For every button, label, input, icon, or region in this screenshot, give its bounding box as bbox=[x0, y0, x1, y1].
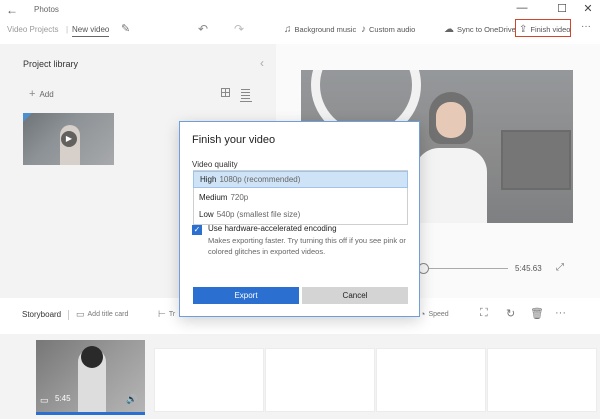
back-arrow-icon[interactable]: ← bbox=[6, 3, 18, 17]
add-label: Add bbox=[39, 89, 54, 99]
grid-view-icon[interactable] bbox=[221, 88, 230, 97]
quality-option-medium[interactable]: Medium 720p bbox=[193, 189, 408, 206]
add-media-button[interactable]: + Add bbox=[29, 88, 54, 100]
quality-option-name: High bbox=[200, 175, 217, 184]
finish-video-button[interactable]: ⇪ Finish video bbox=[519, 22, 570, 36]
breadcrumb-video-projects[interactable]: Video Projects bbox=[7, 25, 58, 34]
breadcrumb-separator: | bbox=[66, 25, 69, 34]
storyboard-empty-slot[interactable] bbox=[265, 348, 375, 412]
quality-option-low[interactable]: Low 540p (smallest file size) bbox=[193, 206, 408, 223]
trim-label: Tr bbox=[168, 311, 176, 318]
add-title-card-button[interactable]: ▭ Add title card bbox=[76, 309, 128, 320]
more-options-icon[interactable]: ··· bbox=[581, 21, 591, 32]
custom-audio-label: Custom audio bbox=[369, 24, 416, 34]
quality-option-detail: 540p (smallest file size) bbox=[216, 210, 301, 219]
storyboard-title: Storyboard bbox=[22, 310, 62, 319]
add-title-card-label: Add title card bbox=[87, 311, 129, 318]
storyboard-empty-slot[interactable] bbox=[376, 348, 486, 412]
in-project-corner-marker bbox=[23, 113, 32, 122]
undo-icon[interactable]: ↶ bbox=[198, 22, 208, 36]
sync-onedrive-label: Sync to OneDrive bbox=[457, 24, 516, 34]
play-icon: ▶ bbox=[61, 131, 77, 147]
export-button[interactable]: Export bbox=[193, 287, 299, 304]
background-music-label: Background music bbox=[294, 24, 357, 34]
cloud-icon: ☁ bbox=[444, 23, 454, 35]
project-name[interactable]: New video bbox=[72, 25, 109, 34]
storyboard-more-icon[interactable]: ··· bbox=[555, 307, 566, 319]
project-name-underline bbox=[72, 36, 109, 37]
clip-volume-icon[interactable]: 🔊 bbox=[126, 394, 137, 405]
plus-icon: + bbox=[29, 88, 36, 100]
delete-icon[interactable]: 🗑 bbox=[530, 307, 544, 320]
list-view-icon[interactable] bbox=[240, 88, 252, 99]
storyboard-empty-slot[interactable] bbox=[154, 348, 264, 412]
audio-icon: ♪ bbox=[361, 23, 366, 35]
project-library-title: Project library bbox=[23, 59, 79, 69]
trim-button[interactable]: ⊢ Tr bbox=[158, 309, 175, 320]
clip-duration: 5:45 bbox=[55, 394, 71, 403]
hardware-encoding-label[interactable]: Use hardware-accelerated encoding bbox=[208, 224, 337, 233]
speed-icon: ◔ bbox=[420, 309, 426, 319]
custom-audio-button[interactable]: ♪ Custom audio bbox=[361, 22, 415, 36]
title-card-icon: ▭ bbox=[76, 309, 85, 319]
app-title: Photos bbox=[34, 5, 59, 14]
hardware-encoding-description: Makes exporting faster. Try turning this… bbox=[208, 236, 406, 256]
crop-icon[interactable]: ⛶ bbox=[480, 307, 488, 320]
minimize-button[interactable]: — bbox=[512, 2, 532, 14]
export-icon: ⇪ bbox=[519, 23, 528, 35]
scrubber-track[interactable] bbox=[424, 268, 508, 269]
rotate-icon[interactable]: ↻ bbox=[506, 307, 515, 320]
quality-option-name: Low bbox=[199, 210, 214, 219]
quality-option-high[interactable]: High 1080p (recommended) bbox=[193, 171, 408, 188]
clip-type-icon: ▭ bbox=[40, 395, 49, 405]
redo-icon[interactable]: ↷ bbox=[234, 22, 244, 36]
storyboard-divider bbox=[68, 310, 69, 320]
clip-person-hair bbox=[81, 346, 103, 368]
collapse-chevron-icon[interactable]: ‹ bbox=[260, 56, 264, 70]
title-bar bbox=[0, 0, 600, 20]
quality-option-name: Medium bbox=[199, 193, 228, 202]
close-button[interactable]: ✕ bbox=[578, 2, 598, 15]
rename-pencil-icon[interactable]: ✎ bbox=[121, 22, 130, 35]
storyboard-empty-slot[interactable] bbox=[487, 348, 597, 412]
clip-selected-indicator bbox=[36, 412, 145, 415]
expand-icon[interactable]: ⤢ bbox=[556, 262, 564, 273]
trim-icon: ⊢ bbox=[158, 309, 166, 319]
hardware-encoding-checkbox[interactable]: ✓ bbox=[192, 225, 202, 235]
video-duration: 5:45.63 bbox=[515, 264, 542, 273]
sync-onedrive-button[interactable]: ☁ Sync to OneDrive bbox=[444, 22, 516, 36]
quality-option-detail: 720p bbox=[230, 193, 249, 202]
video-quality-label: Video quality bbox=[192, 160, 238, 169]
quality-option-detail: 1080p (recommended) bbox=[219, 175, 301, 184]
list-view-selected-indicator bbox=[240, 101, 252, 102]
library-video-thumbnail[interactable]: ▶ bbox=[23, 113, 114, 165]
cancel-button[interactable]: Cancel bbox=[302, 287, 408, 304]
music-note-icon: ♫ bbox=[284, 23, 292, 35]
dialog-title: Finish your video bbox=[192, 134, 276, 146]
maximize-button[interactable]: ☐ bbox=[552, 2, 572, 15]
speed-button[interactable]: ◔ Speed bbox=[420, 309, 449, 319]
finish-video-label: Finish video bbox=[530, 24, 571, 34]
speed-label: Speed bbox=[428, 310, 449, 318]
background-music-button[interactable]: ♫ Background music bbox=[284, 22, 356, 36]
